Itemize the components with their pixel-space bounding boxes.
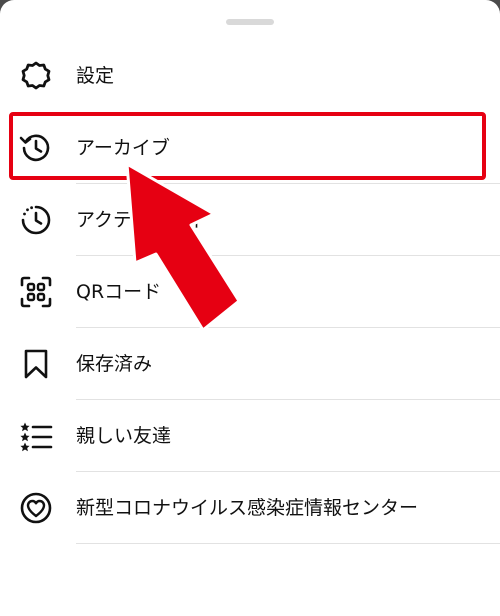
menu-item-saved[interactable]: 保存済み	[0, 328, 500, 400]
menu-item-covid-info-center[interactable]: 新型コロナウイルス感染症情報センター	[0, 472, 500, 544]
gear-icon	[18, 58, 54, 94]
close-friends-list-icon	[18, 418, 54, 454]
menu-item-qr-code[interactable]: QRコード	[0, 256, 500, 328]
bookmark-icon	[18, 346, 54, 382]
sheet-drag-handle[interactable]	[226, 19, 274, 25]
bottom-sheet-menu: 設定 アーカイブ アクティビティ QRコード 保存済み 親しい友達 新型コロナウ…	[0, 0, 500, 616]
menu-item-label: アーカイブ	[76, 137, 170, 159]
menu-item-archive[interactable]: アーカイブ	[0, 112, 500, 184]
menu-item-activity[interactable]: アクティビティ	[0, 184, 500, 256]
divider	[76, 543, 500, 544]
menu-item-close-friends[interactable]: 親しい友達	[0, 400, 500, 472]
menu-item-label: 保存済み	[76, 353, 153, 375]
screen: 設定 アーカイブ アクティビティ QRコード 保存済み 親しい友達 新型コロナウ…	[0, 0, 500, 616]
heart-info-icon	[18, 490, 54, 526]
menu-item-label: 親しい友達	[76, 425, 172, 447]
menu-item-label: 新型コロナウイルス感染症情報センター	[76, 497, 419, 519]
menu-item-label: アクティビティ	[76, 209, 206, 231]
menu-item-label: QRコード	[76, 281, 162, 303]
menu-item-settings[interactable]: 設定	[0, 40, 500, 112]
menu-item-label: 設定	[76, 65, 115, 87]
activity-clock-icon	[18, 202, 54, 238]
archive-history-icon	[18, 130, 54, 166]
qr-code-icon	[18, 274, 54, 310]
